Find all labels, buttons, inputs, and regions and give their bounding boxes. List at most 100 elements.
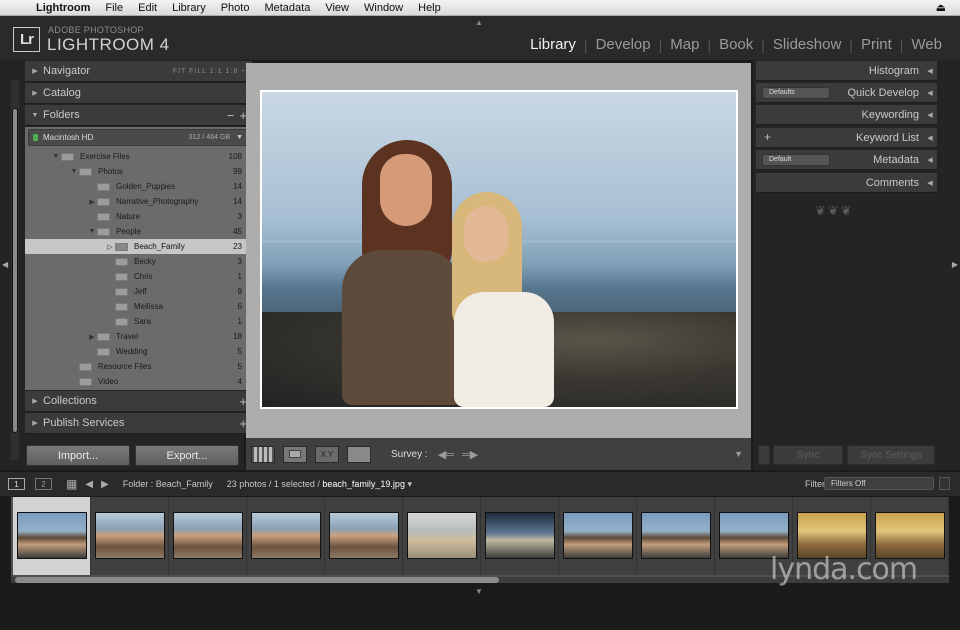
folders-header[interactable]: ▼ Folders − +	[25, 105, 252, 126]
module-book[interactable]: Book	[711, 36, 761, 53]
folder-row[interactable]: Golden_Puppies 14	[25, 179, 252, 194]
folder-row[interactable]: Resource Files 5	[25, 359, 252, 374]
remove-folder-icon[interactable]: −	[227, 108, 235, 123]
filmstrip-thumbnail[interactable]	[95, 512, 165, 559]
module-web[interactable]: Web	[903, 36, 950, 53]
filmstrip-cell[interactable]	[91, 497, 169, 575]
filmstrip-cell[interactable]	[403, 497, 481, 575]
folder-disclosure-icon[interactable]: ▼	[51, 153, 61, 160]
menu-help[interactable]: Help	[418, 2, 441, 14]
folder-disclosure-icon[interactable]: ▼	[87, 228, 97, 235]
export-button[interactable]: Export...	[135, 445, 239, 466]
secondary-display-button[interactable]: 2	[35, 478, 52, 490]
collections-header[interactable]: ▶ Collections +	[25, 391, 252, 412]
module-print[interactable]: Print	[853, 36, 900, 53]
grid-view-button[interactable]	[251, 445, 275, 463]
menu-photo[interactable]: Photo	[221, 2, 250, 14]
filmstrip-cell[interactable]	[481, 497, 559, 575]
volume-header[interactable]: Macintosh HD 312 / 464 GB ▼	[28, 129, 249, 146]
left-panel-scrollbar[interactable]	[11, 80, 19, 460]
survey-view-button[interactable]	[347, 445, 371, 463]
filmstrip-thumbnail[interactable]	[407, 512, 477, 559]
navigator-header[interactable]: ▶ Navigator FIT FILL 1:1 1:8 ÷	[25, 61, 252, 82]
catalog-header[interactable]: ▶ Catalog	[25, 83, 252, 104]
next-photo-icon[interactable]: ═▶	[462, 448, 478, 461]
filmstrip-thumbnail[interactable]	[563, 512, 633, 559]
grid-view-icon[interactable]: ▦	[66, 477, 77, 491]
folder-row[interactable]: ▼ Exercise Files 108	[25, 149, 252, 164]
folder-row[interactable]: ▶ Narrative_Photography 14	[25, 194, 252, 209]
filmstrip-selection-info[interactable]: 23 photos / 1 selected / beach_family_19…	[227, 479, 412, 490]
folder-disclosure-icon[interactable]: ▶	[87, 198, 97, 206]
filmstrip-cell[interactable]	[13, 497, 91, 575]
folder-row[interactable]: Nature 3	[25, 209, 252, 224]
collapse-left-panel-icon[interactable]: ◀	[2, 260, 8, 269]
metadata-preset-select[interactable]: Default	[762, 154, 830, 166]
folder-disclosure-icon[interactable]: ▶	[87, 333, 97, 341]
module-develop[interactable]: Develop	[588, 36, 659, 53]
filmstrip-thumbnail[interactable]	[329, 512, 399, 559]
filmstrip-cell[interactable]	[637, 497, 715, 575]
sync-settings-button[interactable]: Sync Settings	[847, 445, 935, 465]
menu-view[interactable]: View	[325, 2, 349, 14]
folder-row[interactable]: Jeff 9	[25, 284, 252, 299]
folder-row[interactable]: Sara 1	[25, 314, 252, 329]
eject-icon[interactable]: ⏏	[936, 1, 946, 14]
folder-row[interactable]: Mellissa 6	[25, 299, 252, 314]
primary-display-button[interactable]: 1	[8, 478, 25, 490]
folder-row[interactable]: Wedding 5	[25, 344, 252, 359]
comments-header[interactable]: Comments ◀	[756, 173, 937, 193]
folder-row[interactable]: ▼ People 45	[25, 224, 252, 239]
scrollbar-thumb[interactable]	[12, 108, 18, 433]
filmstrip-thumbnail[interactable]	[641, 512, 711, 559]
filter-lock-icon[interactable]	[939, 477, 950, 490]
filmstrip-cell[interactable]	[559, 497, 637, 575]
module-slideshow[interactable]: Slideshow	[765, 36, 849, 53]
compare-view-button[interactable]: X Y	[315, 445, 339, 463]
menu-metadata[interactable]: Metadata	[264, 2, 310, 14]
filmstrip-cell[interactable]	[247, 497, 325, 575]
forward-arrow-icon[interactable]: ▶	[101, 479, 109, 490]
folder-disclosure-icon[interactable]: ▷	[105, 243, 115, 251]
filmstrip-thumbnail[interactable]	[17, 512, 87, 559]
menu-window[interactable]: Window	[364, 2, 403, 14]
navigator-zoom-options[interactable]: FIT FILL 1:1 1:8 ÷	[173, 68, 246, 75]
module-library[interactable]: Library	[522, 36, 584, 53]
previous-photo-icon[interactable]: ◀═	[438, 448, 454, 461]
collapse-top-panel-icon[interactable]: ▲	[475, 18, 483, 27]
quick-develop-preset-select[interactable]: Defaults	[762, 87, 830, 99]
collapse-right-panel-icon[interactable]: ▶	[952, 260, 958, 269]
keyword-list-header[interactable]: + Keyword List ◀	[756, 128, 937, 148]
histogram-header[interactable]: Histogram ◀	[756, 61, 937, 81]
keywording-header[interactable]: Keywording ◀	[756, 105, 937, 125]
publish-services-header[interactable]: ▶ Publish Services +	[25, 413, 252, 434]
folder-row[interactable]: ▷ Beach_Family 23	[25, 239, 252, 254]
filmstrip-cell[interactable]	[325, 497, 403, 575]
quick-develop-header[interactable]: Defaults Quick Develop ◀	[756, 83, 937, 103]
sync-button[interactable]: Sync	[773, 445, 843, 465]
import-button[interactable]: Import...	[26, 445, 130, 466]
folder-row[interactable]: ▼ Photos 99	[25, 164, 252, 179]
add-keyword-icon[interactable]: +	[764, 130, 771, 144]
filmstrip-thumbnail[interactable]	[173, 512, 243, 559]
volume-collapse-icon[interactable]: ▼	[236, 134, 243, 141]
folder-disclosure-icon[interactable]: ▼	[69, 168, 79, 175]
folder-row[interactable]: ▶ Travel 18	[25, 329, 252, 344]
filmstrip-cell[interactable]	[169, 497, 247, 575]
filmstrip-thumbnail[interactable]	[485, 512, 555, 559]
module-map[interactable]: Map	[662, 36, 707, 53]
menu-library[interactable]: Library	[172, 2, 206, 14]
toolbar-menu-icon[interactable]: ▼	[734, 449, 743, 459]
collapse-bottom-panel-icon[interactable]: ▼	[475, 587, 483, 596]
menu-lightroom[interactable]: Lightroom	[36, 2, 90, 14]
main-photo[interactable]	[262, 92, 736, 407]
folder-row[interactable]: Becky 3	[25, 254, 252, 269]
folder-row[interactable]: Video 4	[25, 374, 252, 389]
filmstrip-source[interactable]: Folder : Beach_Family	[123, 479, 213, 489]
back-arrow-icon[interactable]: ◀	[85, 479, 93, 490]
metadata-header[interactable]: Default Metadata ◀	[756, 150, 937, 170]
filter-select[interactable]: Filters Off	[824, 477, 934, 490]
folder-row[interactable]: Chris 1	[25, 269, 252, 284]
menu-file[interactable]: File	[105, 2, 123, 14]
filmstrip-thumbnail[interactable]	[251, 512, 321, 559]
